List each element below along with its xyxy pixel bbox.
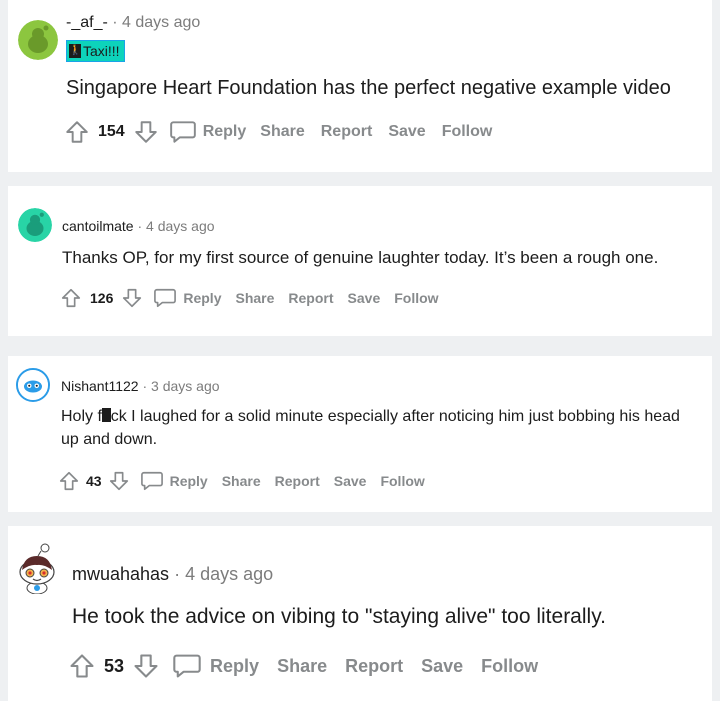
reply-label: Reply — [210, 655, 260, 676]
share-button[interactable]: Share — [277, 656, 327, 677]
downvote-icon[interactable] — [108, 470, 130, 492]
vote-score: 126 — [90, 290, 114, 306]
vote-score: 43 — [86, 473, 102, 489]
upvote-icon[interactable] — [64, 119, 90, 145]
user-avatar[interactable] — [16, 368, 50, 402]
user-avatar[interactable] — [18, 20, 58, 60]
meta-separator: · — [174, 564, 181, 584]
timestamp[interactable]: 4 days ago — [146, 218, 215, 234]
reply-label: Reply — [202, 123, 247, 140]
share-button[interactable]: Share — [260, 123, 304, 141]
share-button[interactable]: Share — [235, 290, 274, 306]
comment-card: -_af_- · 4 days ago 🚶 Taxi!!! Singapore … — [8, 0, 712, 172]
reply-button[interactable]: Reply — [153, 287, 221, 309]
comment-meta: mwuahahas · 4 days ago — [72, 564, 273, 585]
upvote-icon[interactable] — [60, 287, 82, 309]
follow-button[interactable]: Follow — [481, 656, 538, 677]
save-button[interactable]: Save — [348, 290, 381, 306]
user-avatar[interactable] — [14, 542, 60, 594]
comment-card: cantoilmate · 4 days ago Thanks OP, for … — [8, 186, 712, 336]
save-button[interactable]: Save — [334, 473, 367, 489]
username[interactable]: -_af_- — [66, 14, 108, 31]
vote-score: 53 — [104, 655, 125, 676]
reply-button[interactable]: Reply — [140, 470, 208, 492]
comment-meta: Nishant1122 · 3 days ago — [61, 378, 220, 394]
comment-body: Singapore Heart Foundation has the perfe… — [66, 77, 671, 99]
user-avatar[interactable] — [18, 208, 52, 242]
upvote-icon[interactable] — [68, 652, 96, 680]
comment-bubble-icon — [169, 119, 197, 145]
comment-text-end: ck I laughed for a solid minute especial… — [61, 408, 680, 449]
save-button[interactable]: Save — [421, 656, 463, 677]
comment-bubble-icon — [140, 470, 164, 492]
follow-button[interactable]: Follow — [442, 123, 493, 141]
comment-body: Thanks OP, for my first source of genuin… — [62, 248, 659, 267]
save-button[interactable]: Save — [388, 123, 425, 141]
redaction-block — [101, 407, 111, 422]
timestamp[interactable]: 4 days ago — [122, 14, 200, 31]
report-button[interactable]: Report — [345, 656, 403, 677]
report-button[interactable]: Report — [288, 290, 333, 306]
comment-actions: 53 Reply Share Report Save Follow — [68, 651, 538, 681]
share-button[interactable]: Share — [222, 473, 261, 489]
downvote-icon[interactable] — [133, 119, 159, 145]
comment-meta: -_af_- · 4 days ago — [66, 14, 200, 32]
comment-bubble-icon — [172, 652, 202, 680]
downvote-icon[interactable] — [121, 287, 143, 309]
username[interactable]: Nishant1122 — [61, 378, 139, 394]
vote-score: 154 — [98, 123, 125, 140]
reply-label: Reply — [183, 290, 222, 306]
comment-body: Holy f ck I laughed for a solid minute es… — [61, 405, 691, 451]
report-button[interactable]: Report — [275, 473, 320, 489]
comment-card: mwuahahas · 4 days ago He took the advic… — [8, 526, 712, 701]
flair-text: Taxi!!! — [83, 43, 120, 59]
snoo-avatar-icon — [19, 543, 55, 594]
timestamp[interactable]: 4 days ago — [185, 564, 273, 584]
meta-separator: · — [137, 218, 143, 234]
username[interactable]: cantoilmate — [62, 218, 134, 234]
meta-separator: · — [142, 378, 148, 394]
comment-actions: 43 Reply Share Report Save Follow — [58, 469, 425, 493]
comment-meta: cantoilmate · 4 days ago — [62, 218, 215, 234]
comment-text-start: Holy f — [61, 408, 102, 425]
snoo-avatar-icon — [18, 20, 58, 60]
meta-separator: · — [112, 14, 118, 31]
comment-actions: 154 Reply Share Report Save Follow — [64, 118, 492, 146]
comment-card: Nishant1122 · 3 days ago Holy f ck I laug… — [8, 356, 712, 512]
upvote-icon[interactable] — [58, 470, 80, 492]
report-button[interactable]: Report — [321, 123, 373, 141]
snoo-avatar-icon — [18, 370, 48, 400]
reply-label: Reply — [169, 473, 208, 489]
reply-button[interactable]: Reply — [172, 652, 259, 680]
follow-button[interactable]: Follow — [380, 473, 424, 489]
reply-button[interactable]: Reply — [169, 119, 247, 145]
snoo-avatar-icon — [18, 208, 52, 242]
follow-button[interactable]: Follow — [394, 290, 438, 306]
comment-body: He took the advice on vibing to "staying… — [72, 605, 606, 628]
comment-bubble-icon — [153, 287, 177, 309]
username[interactable]: mwuahahas — [72, 564, 169, 584]
user-flair: 🚶 Taxi!!! — [66, 40, 125, 62]
person-flair-icon: 🚶 — [69, 44, 82, 58]
timestamp[interactable]: 3 days ago — [151, 378, 220, 394]
comment-actions: 126 Reply Share Report Save Follow — [60, 285, 439, 311]
downvote-icon[interactable] — [132, 652, 160, 680]
